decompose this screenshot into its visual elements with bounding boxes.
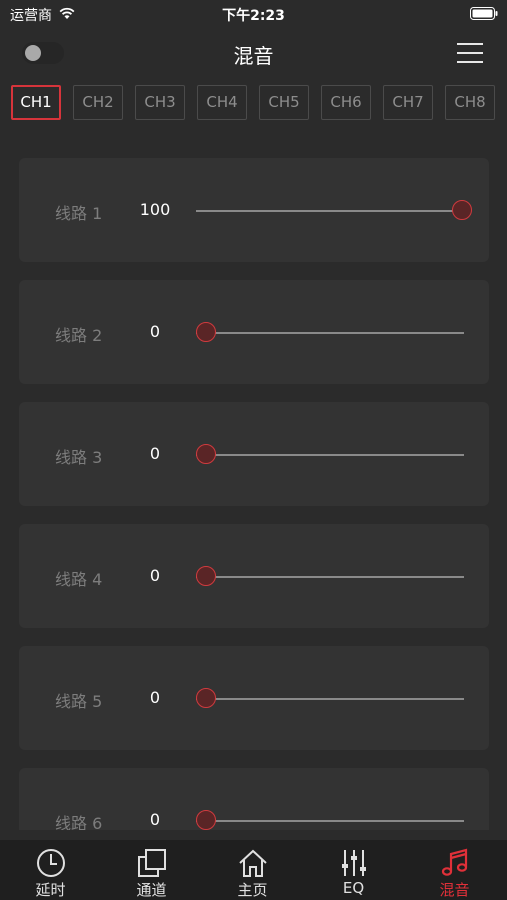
squares-icon (138, 849, 166, 877)
line-slider-track[interactable] (196, 210, 464, 212)
line-label: 线路 5 (55, 692, 103, 711)
line-value: 0 (149, 688, 161, 707)
line-label: 线路 6 (55, 814, 103, 830)
tab-label: 主页 (237, 881, 268, 899)
line-value: 0 (149, 322, 161, 341)
clock-icon (37, 849, 65, 877)
line-slider-track[interactable] (196, 576, 464, 578)
tab-label: 延时 (35, 881, 66, 899)
status-time: 下午2:23 (222, 8, 285, 24)
line-row-4: 线路 4 0 (19, 524, 489, 628)
nav-bar: 混音 (0, 28, 507, 78)
line-value: 0 (149, 810, 161, 829)
tab-label: EQ (342, 879, 365, 897)
tab-label: 混音 (439, 881, 470, 899)
tab-ch4[interactable]: CH4 (197, 85, 247, 120)
menu-icon[interactable] (457, 42, 483, 64)
line-row-6: 线路 6 0 (19, 768, 489, 830)
tab-ch6[interactable]: CH6 (321, 85, 371, 120)
tab-ch8[interactable]: CH8 (445, 85, 495, 120)
line-label: 线路 2 (55, 326, 103, 345)
line-slider-thumb[interactable] (196, 810, 216, 830)
tab-ch7[interactable]: CH7 (383, 85, 433, 120)
line-slider-track[interactable] (196, 332, 464, 334)
line-value: 0 (149, 444, 161, 463)
tab-channels[interactable]: 通道 (101, 840, 202, 900)
line-slider-thumb[interactable] (196, 322, 216, 342)
line-row-1: 线路 1 100 (19, 158, 489, 262)
line-slider-thumb[interactable] (196, 444, 216, 464)
home-icon (239, 849, 267, 877)
line-slider-thumb[interactable] (196, 566, 216, 586)
line-value: 100 (139, 200, 171, 219)
channel-tabs: CH1 CH2 CH3 CH4 CH5 CH6 CH7 CH8 (11, 85, 498, 122)
page-title: 混音 (233, 44, 274, 68)
line-slider-thumb[interactable] (196, 688, 216, 708)
tab-label: 通道 (136, 881, 167, 899)
line-row-3: 线路 3 0 (19, 402, 489, 506)
tab-eq[interactable]: EQ (303, 840, 404, 900)
line-slider-track[interactable] (196, 454, 464, 456)
music-note-icon (441, 848, 468, 876)
tab-ch2[interactable]: CH2 (73, 85, 123, 120)
tab-ch5[interactable]: CH5 (259, 85, 309, 120)
line-row-2: 线路 2 0 (19, 280, 489, 384)
tab-ch1[interactable]: CH1 (11, 85, 61, 120)
line-slider-track[interactable] (196, 698, 464, 700)
tab-home[interactable]: 主页 (202, 840, 303, 900)
tab-ch3[interactable]: CH3 (135, 85, 185, 120)
line-label: 线路 4 (55, 570, 103, 589)
status-bar: 运营商 下午2:23 (0, 0, 507, 28)
line-label: 线路 1 (55, 204, 103, 223)
line-value: 0 (149, 566, 161, 585)
line-slider-thumb[interactable] (452, 200, 472, 220)
battery-icon (470, 7, 498, 20)
tab-mixer[interactable]: 混音 (404, 840, 505, 900)
line-slider-track[interactable] (196, 820, 464, 822)
equalizer-icon (342, 850, 366, 876)
line-list[interactable]: 线路 1 100 线路 2 0 线路 3 0 线路 4 0 线路 5 0 线路 … (0, 140, 507, 830)
line-row-5: 线路 5 0 (19, 646, 489, 750)
line-label: 线路 3 (55, 448, 103, 467)
tab-delay[interactable]: 延时 (0, 840, 101, 900)
bottom-tab-bar: 延时 通道 主页 EQ 混音 (0, 840, 507, 900)
